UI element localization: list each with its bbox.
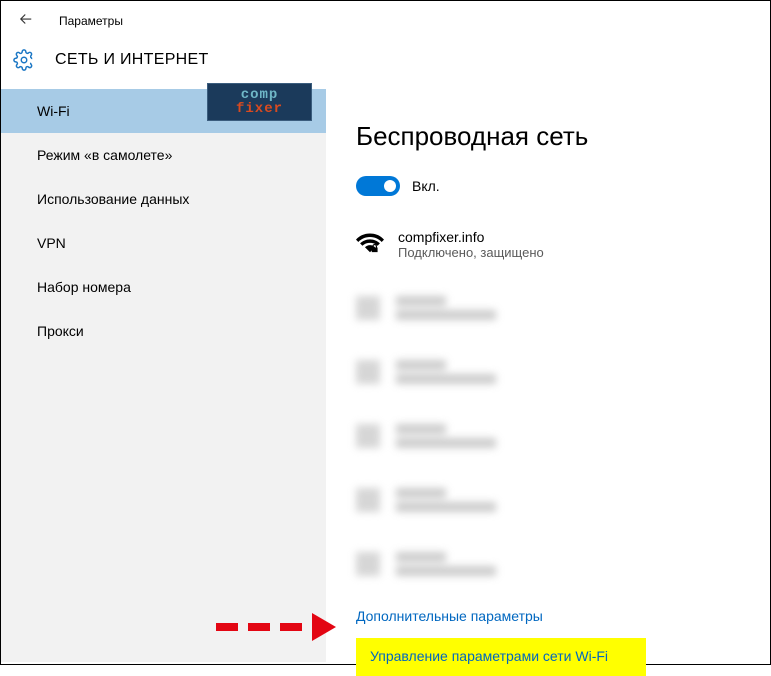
sidebar-item-label: Wi-Fi	[37, 103, 70, 119]
watermark-logo: comp fixer	[207, 83, 312, 121]
wifi-toggle[interactable]	[356, 176, 400, 196]
network-item-hidden[interactable]	[356, 352, 770, 392]
network-name: compfixer.info	[398, 229, 544, 245]
header-title: Параметры	[59, 14, 123, 28]
sidebar-item-label: VPN	[37, 235, 66, 251]
back-button[interactable]	[13, 6, 39, 37]
manage-wifi-link[interactable]: Управление параметрами сети Wi-Fi	[370, 648, 608, 664]
wifi-icon	[356, 424, 380, 448]
sidebar-item-label: Режим «в самолете»	[37, 147, 172, 163]
sidebar-item-label: Набор номера	[37, 279, 131, 295]
arrow-right-icon	[312, 613, 336, 641]
toggle-label: Вкл.	[412, 178, 440, 194]
gear-icon	[13, 49, 35, 71]
wifi-icon	[356, 360, 380, 384]
sidebar-item-airplane[interactable]: Режим «в самолете»	[1, 133, 326, 177]
main-panel: Беспроводная сеть Вкл. compfixer.info По…	[326, 89, 770, 662]
sidebar-item-vpn[interactable]: VPN	[1, 221, 326, 265]
network-item-connected[interactable]: compfixer.info Подключено, защищено	[356, 224, 770, 264]
wifi-secure-icon	[356, 230, 384, 258]
sidebar-item-label: Прокси	[37, 323, 84, 339]
manage-wifi-link-highlight: Управление параметрами сети Wi-Fi	[356, 638, 646, 676]
network-item-hidden[interactable]	[356, 416, 770, 456]
page-title: СЕТЬ И ИНТЕРНЕТ	[55, 51, 209, 69]
arrow-annotation	[216, 613, 336, 641]
sidebar: Wi-Fi Режим «в самолете» Использование д…	[1, 89, 326, 662]
main-title: Беспроводная сеть	[356, 121, 770, 152]
wifi-icon	[356, 488, 380, 512]
network-item-hidden[interactable]	[356, 480, 770, 520]
sidebar-item-label: Использование данных	[37, 191, 189, 207]
wifi-icon	[356, 552, 380, 576]
sidebar-item-proxy[interactable]: Прокси	[1, 309, 326, 353]
network-item-hidden[interactable]	[356, 288, 770, 328]
sidebar-item-dialup[interactable]: Набор номера	[1, 265, 326, 309]
network-item-hidden[interactable]	[356, 544, 770, 584]
advanced-options-link[interactable]: Дополнительные параметры	[356, 608, 770, 624]
watermark-text-bottom: fixer	[236, 102, 283, 116]
watermark-text-top: comp	[241, 88, 279, 102]
network-status: Подключено, защищено	[398, 245, 544, 260]
wifi-icon	[356, 296, 380, 320]
sidebar-item-data-usage[interactable]: Использование данных	[1, 177, 326, 221]
